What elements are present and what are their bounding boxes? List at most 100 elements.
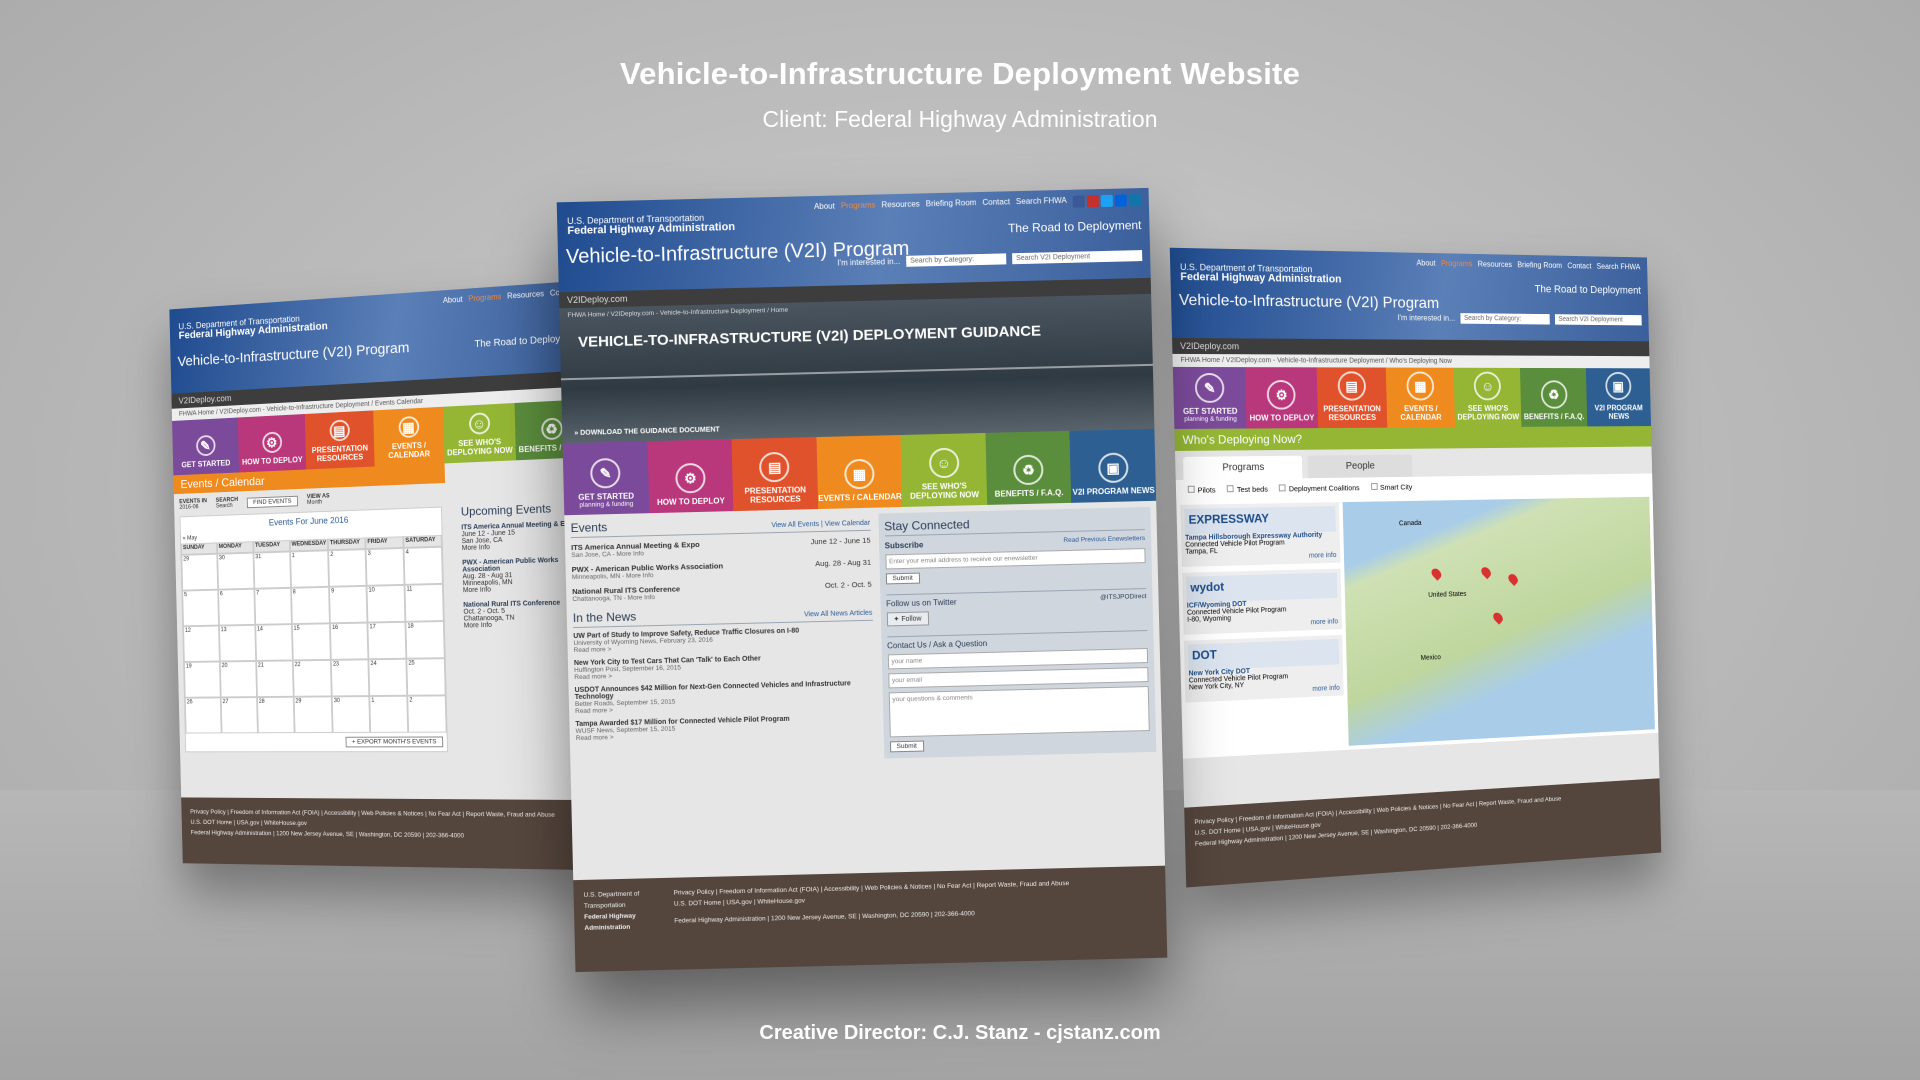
calendar-day[interactable]: 1 [289, 550, 330, 588]
filter-checkbox[interactable]: Test beds [1227, 485, 1268, 495]
nav-briefing[interactable]: Briefing Room [926, 198, 977, 211]
calendar-day[interactable]: 9 [329, 585, 368, 624]
tile-2[interactable]: ▤ PRESENTATION RESOURCES [731, 437, 818, 512]
subscribe-submit-button[interactable]: Submit [885, 572, 920, 585]
enewsletter-link[interactable]: Read Previous Enewsletters [1063, 535, 1145, 546]
social-icon[interactable] [1086, 195, 1099, 208]
tile-3[interactable]: ▦ EVENTS / CALENDAR [1385, 367, 1456, 428]
tile-1[interactable]: ⚙ HOW TO DEPLOY [647, 439, 734, 514]
calendar-search[interactable]: SEARCH Search [216, 497, 239, 509]
map-pin-tampa[interactable] [1491, 610, 1505, 625]
newsletter-email-input[interactable]: Enter your email address to receive our … [884, 548, 1146, 570]
tile-get-started[interactable]: ✎ GET STARTED [172, 417, 240, 476]
tile-6[interactable]: ▣ V2I PROGRAM NEWS [1585, 368, 1651, 427]
calendar-day[interactable]: 8 [290, 586, 331, 625]
news-item[interactable]: USDOT Announces $42 Million for Next-Gen… [575, 680, 875, 715]
calendar-day[interactable]: 29 [293, 696, 333, 734]
calendar-day[interactable]: 13 [218, 624, 256, 662]
tile-6[interactable]: ▣ V2I PROGRAM NEWS [1069, 428, 1157, 503]
event-item[interactable]: National Rural ITS Conference Oct. 2 - Oc… [572, 580, 872, 603]
deployment-item[interactable]: wydot ICF/Wyoming DOT Connected Vehicle Pi… [1182, 568, 1343, 635]
tile-3[interactable]: ▦ EVENTS / CALENDAR [816, 435, 903, 510]
nav-about[interactable]: About [443, 295, 463, 305]
filter-checkbox[interactable]: Pilots [1187, 485, 1216, 495]
calendar-day[interactable]: 18 [405, 621, 445, 659]
calendar-day[interactable]: 10 [366, 584, 406, 623]
map-pin[interactable] [1479, 565, 1493, 580]
tile-how-to-deploy[interactable]: ⚙ HOW TO DEPLOY [237, 414, 307, 473]
site-search[interactable]: Search V2I Deployment [1012, 250, 1143, 265]
agency-logo[interactable]: U.S. Department of Transportation Federal… [1180, 262, 1342, 285]
calendar-day[interactable]: 26 [184, 697, 222, 734]
social-icon[interactable] [1114, 194, 1127, 207]
calendar-day[interactable]: 30 [217, 552, 255, 590]
map-pin-wyoming[interactable] [1429, 566, 1444, 581]
site-search[interactable]: Search V2I Deployment [1554, 314, 1642, 326]
tile-who-deploying[interactable]: ☺ SEE WHO'S DEPLOYING NOW [443, 403, 516, 464]
map-pin-nyc[interactable] [1506, 572, 1520, 587]
events-links[interactable]: View All Events | View Calendar [771, 520, 870, 529]
calendar-day[interactable]: 2 [328, 549, 367, 587]
tile-5[interactable]: ♻ BENEFITS / F.A.Q. [1520, 367, 1588, 427]
calendar-day[interactable]: 20 [219, 660, 257, 698]
deployment-item[interactable]: DOT New York City DOT Connected Vehicle Pi… [1183, 634, 1344, 703]
calendar-day[interactable]: 6 [218, 588, 256, 626]
calendar-day[interactable]: 7 [254, 587, 292, 625]
tile-0[interactable]: ✎ GET STARTED planning & funding [1172, 366, 1247, 429]
contact-name-input[interactable]: your name [887, 648, 1149, 670]
deployment-item[interactable]: EXPRESSWAY Tampa Hillsborough Expressway … [1180, 502, 1341, 567]
calendar-day[interactable]: 2 [407, 695, 447, 733]
calendar-day[interactable]: 14 [255, 624, 293, 661]
nav-about[interactable]: About [814, 202, 835, 215]
calendar-day[interactable]: 28 [256, 696, 295, 734]
social-icon[interactable] [1072, 195, 1085, 208]
calendar-day[interactable]: 23 [331, 659, 370, 697]
nav-contact[interactable]: Contact [982, 197, 1010, 210]
calendar-day[interactable]: 22 [292, 659, 332, 697]
filter-checkbox[interactable]: Smart City [1370, 483, 1412, 492]
nav-programs[interactable]: Programs [468, 292, 501, 303]
news-item[interactable]: UW Part of Study to Improve Safety, Redu… [573, 626, 873, 655]
calendar-day[interactable]: 3 [365, 547, 405, 586]
calendar-day[interactable]: 25 [406, 658, 446, 696]
filter-checkbox[interactable]: Deployment Coalitions [1279, 483, 1360, 493]
agency-logo[interactable]: U.S. Department of Transportation Federal… [567, 212, 735, 237]
nav-programs[interactable]: Programs [1441, 259, 1473, 268]
calendar-day[interactable]: 19 [183, 661, 221, 698]
news-item[interactable]: New York City to Test Cars That Can 'Tal… [574, 653, 874, 681]
download-guidance-link[interactable]: » DOWNLOAD THE GUIDANCE DOCUMENT [574, 426, 720, 437]
category-search[interactable]: Search by Category: [1460, 313, 1550, 325]
nav-search-fhwa[interactable]: Search FHWA [1596, 262, 1640, 271]
contact-comments-textarea[interactable]: your questions & comments [888, 686, 1150, 738]
tile-2[interactable]: ▤ PRESENTATION RESOURCES [1316, 367, 1388, 429]
nav-resources[interactable]: Resources [881, 199, 920, 212]
nav-contact[interactable]: Contact [1567, 262, 1591, 271]
news-item[interactable]: Tampa Awarded $17 Million for Connected … [575, 714, 875, 742]
calendar-day[interactable]: 12 [183, 625, 220, 663]
nav-resources[interactable]: Resources [1478, 260, 1512, 269]
calendar-day[interactable]: 24 [368, 658, 408, 697]
tile-4[interactable]: ☺ SEE WHO'S DEPLOYING NOW [900, 432, 988, 507]
export-events-button[interactable]: + EXPORT MONTH'S EVENTS [345, 736, 444, 748]
all-news-link[interactable]: View All News Articles [804, 610, 872, 619]
agency-logo[interactable]: U.S. Department of Transportation Federal… [178, 312, 328, 342]
calendar-day[interactable]: 27 [220, 697, 258, 734]
contact-submit-button[interactable]: Submit [889, 740, 924, 753]
nav-search-fhwa[interactable]: Search FHWA [1016, 196, 1067, 209]
twitter-handle[interactable]: @ITSJPODirect [1100, 593, 1147, 603]
tab-programs[interactable]: Programs [1183, 455, 1303, 480]
nav-resources[interactable]: Resources [507, 289, 544, 300]
social-icon[interactable] [1128, 194, 1141, 207]
find-events-button[interactable]: FIND EVENTS [246, 495, 299, 508]
calendar-day[interactable]: 30 [331, 696, 371, 733]
tile-5[interactable]: ♻ BENEFITS / F.A.Q. [985, 430, 1072, 505]
calendar-day[interactable]: 1 [369, 695, 409, 733]
nav-about[interactable]: About [1416, 259, 1435, 268]
contact-email-input[interactable]: your email [887, 667, 1149, 689]
deployment-map[interactable]: Canada United States Mexico [1342, 496, 1655, 746]
calendar-day[interactable]: 29 [181, 553, 219, 591]
events-in-filter[interactable]: EVENTS IN 2016-06 [179, 498, 207, 510]
nav-briefing[interactable]: Briefing Room [1517, 261, 1562, 270]
category-search[interactable]: Search by Category: [906, 253, 1007, 267]
view-as-select[interactable]: VIEW AS Month [307, 493, 330, 505]
